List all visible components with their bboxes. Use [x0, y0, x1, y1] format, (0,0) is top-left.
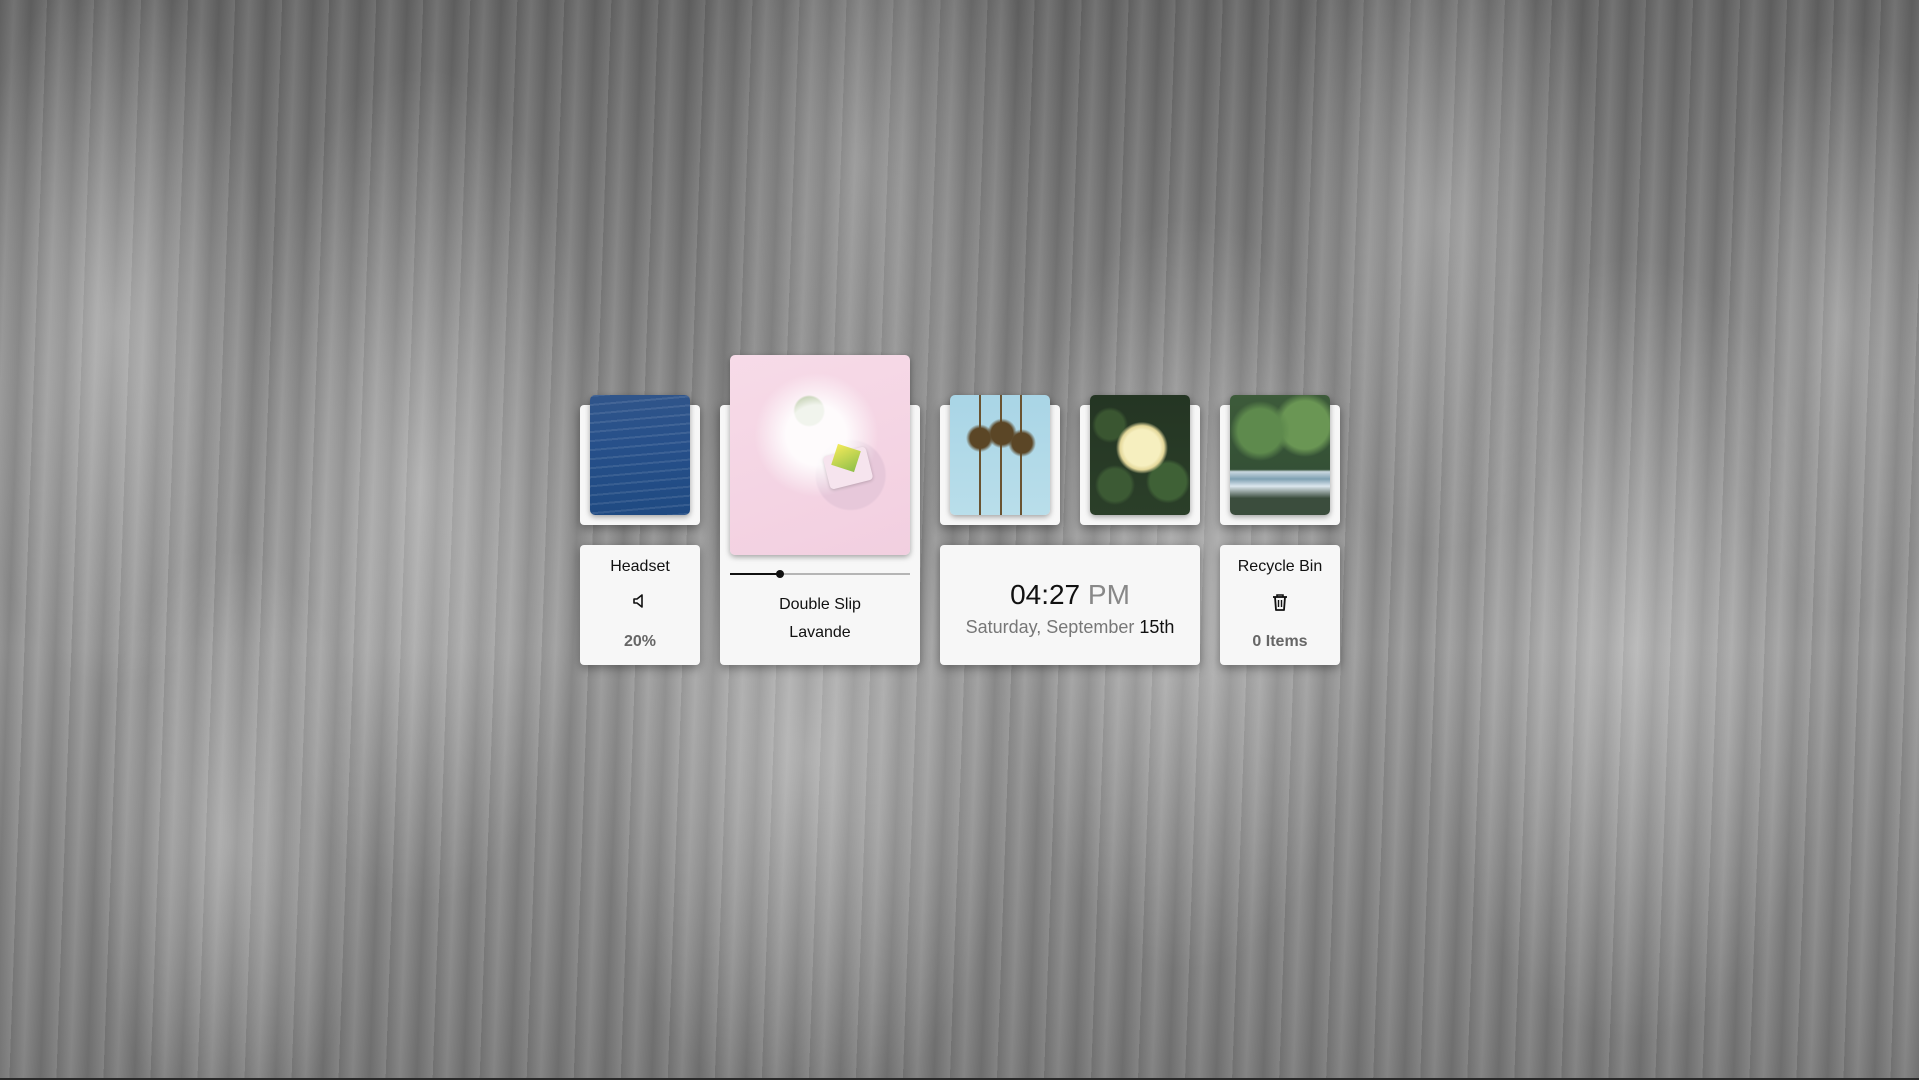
recycle-bin-widget[interactable]: Recycle Bin 0 Items [1220, 545, 1340, 665]
progress-fill [730, 573, 781, 575]
clock-time: 04:27 [1010, 579, 1081, 610]
palm-trees-image [950, 395, 1050, 515]
rose-image [1090, 395, 1190, 515]
desktop-wallpaper: Headset 20% Double Slip Lavande 04:27 PM… [0, 0, 1919, 1080]
clock-ampm: PM [1087, 579, 1130, 610]
recycle-bin-count: 0 Items [1252, 633, 1308, 650]
speaker-icon[interactable] [632, 593, 648, 609]
album-art[interactable] [730, 355, 910, 555]
clock-day: 15th [1139, 617, 1175, 637]
clock-date: Saturday, September [965, 617, 1135, 637]
forest-stream-image [1230, 395, 1330, 515]
clock-time-row: 04:27 PM [940, 579, 1200, 611]
track-artist: Lavande [789, 624, 851, 641]
clock-widget: 04:27 PM Saturday, September 15th [940, 545, 1200, 665]
water-image [590, 395, 690, 515]
volume-widget[interactable]: Headset 20% [580, 545, 700, 665]
progress-slider[interactable] [730, 570, 910, 578]
device-name: Headset [610, 558, 670, 575]
recycle-bin-title: Recycle Bin [1237, 558, 1323, 575]
clock-date-row: Saturday, September 15th [940, 617, 1200, 638]
volume-level: 20% [623, 633, 657, 650]
trash-icon[interactable] [1270, 592, 1290, 612]
track-title: Double Slip [779, 596, 861, 613]
